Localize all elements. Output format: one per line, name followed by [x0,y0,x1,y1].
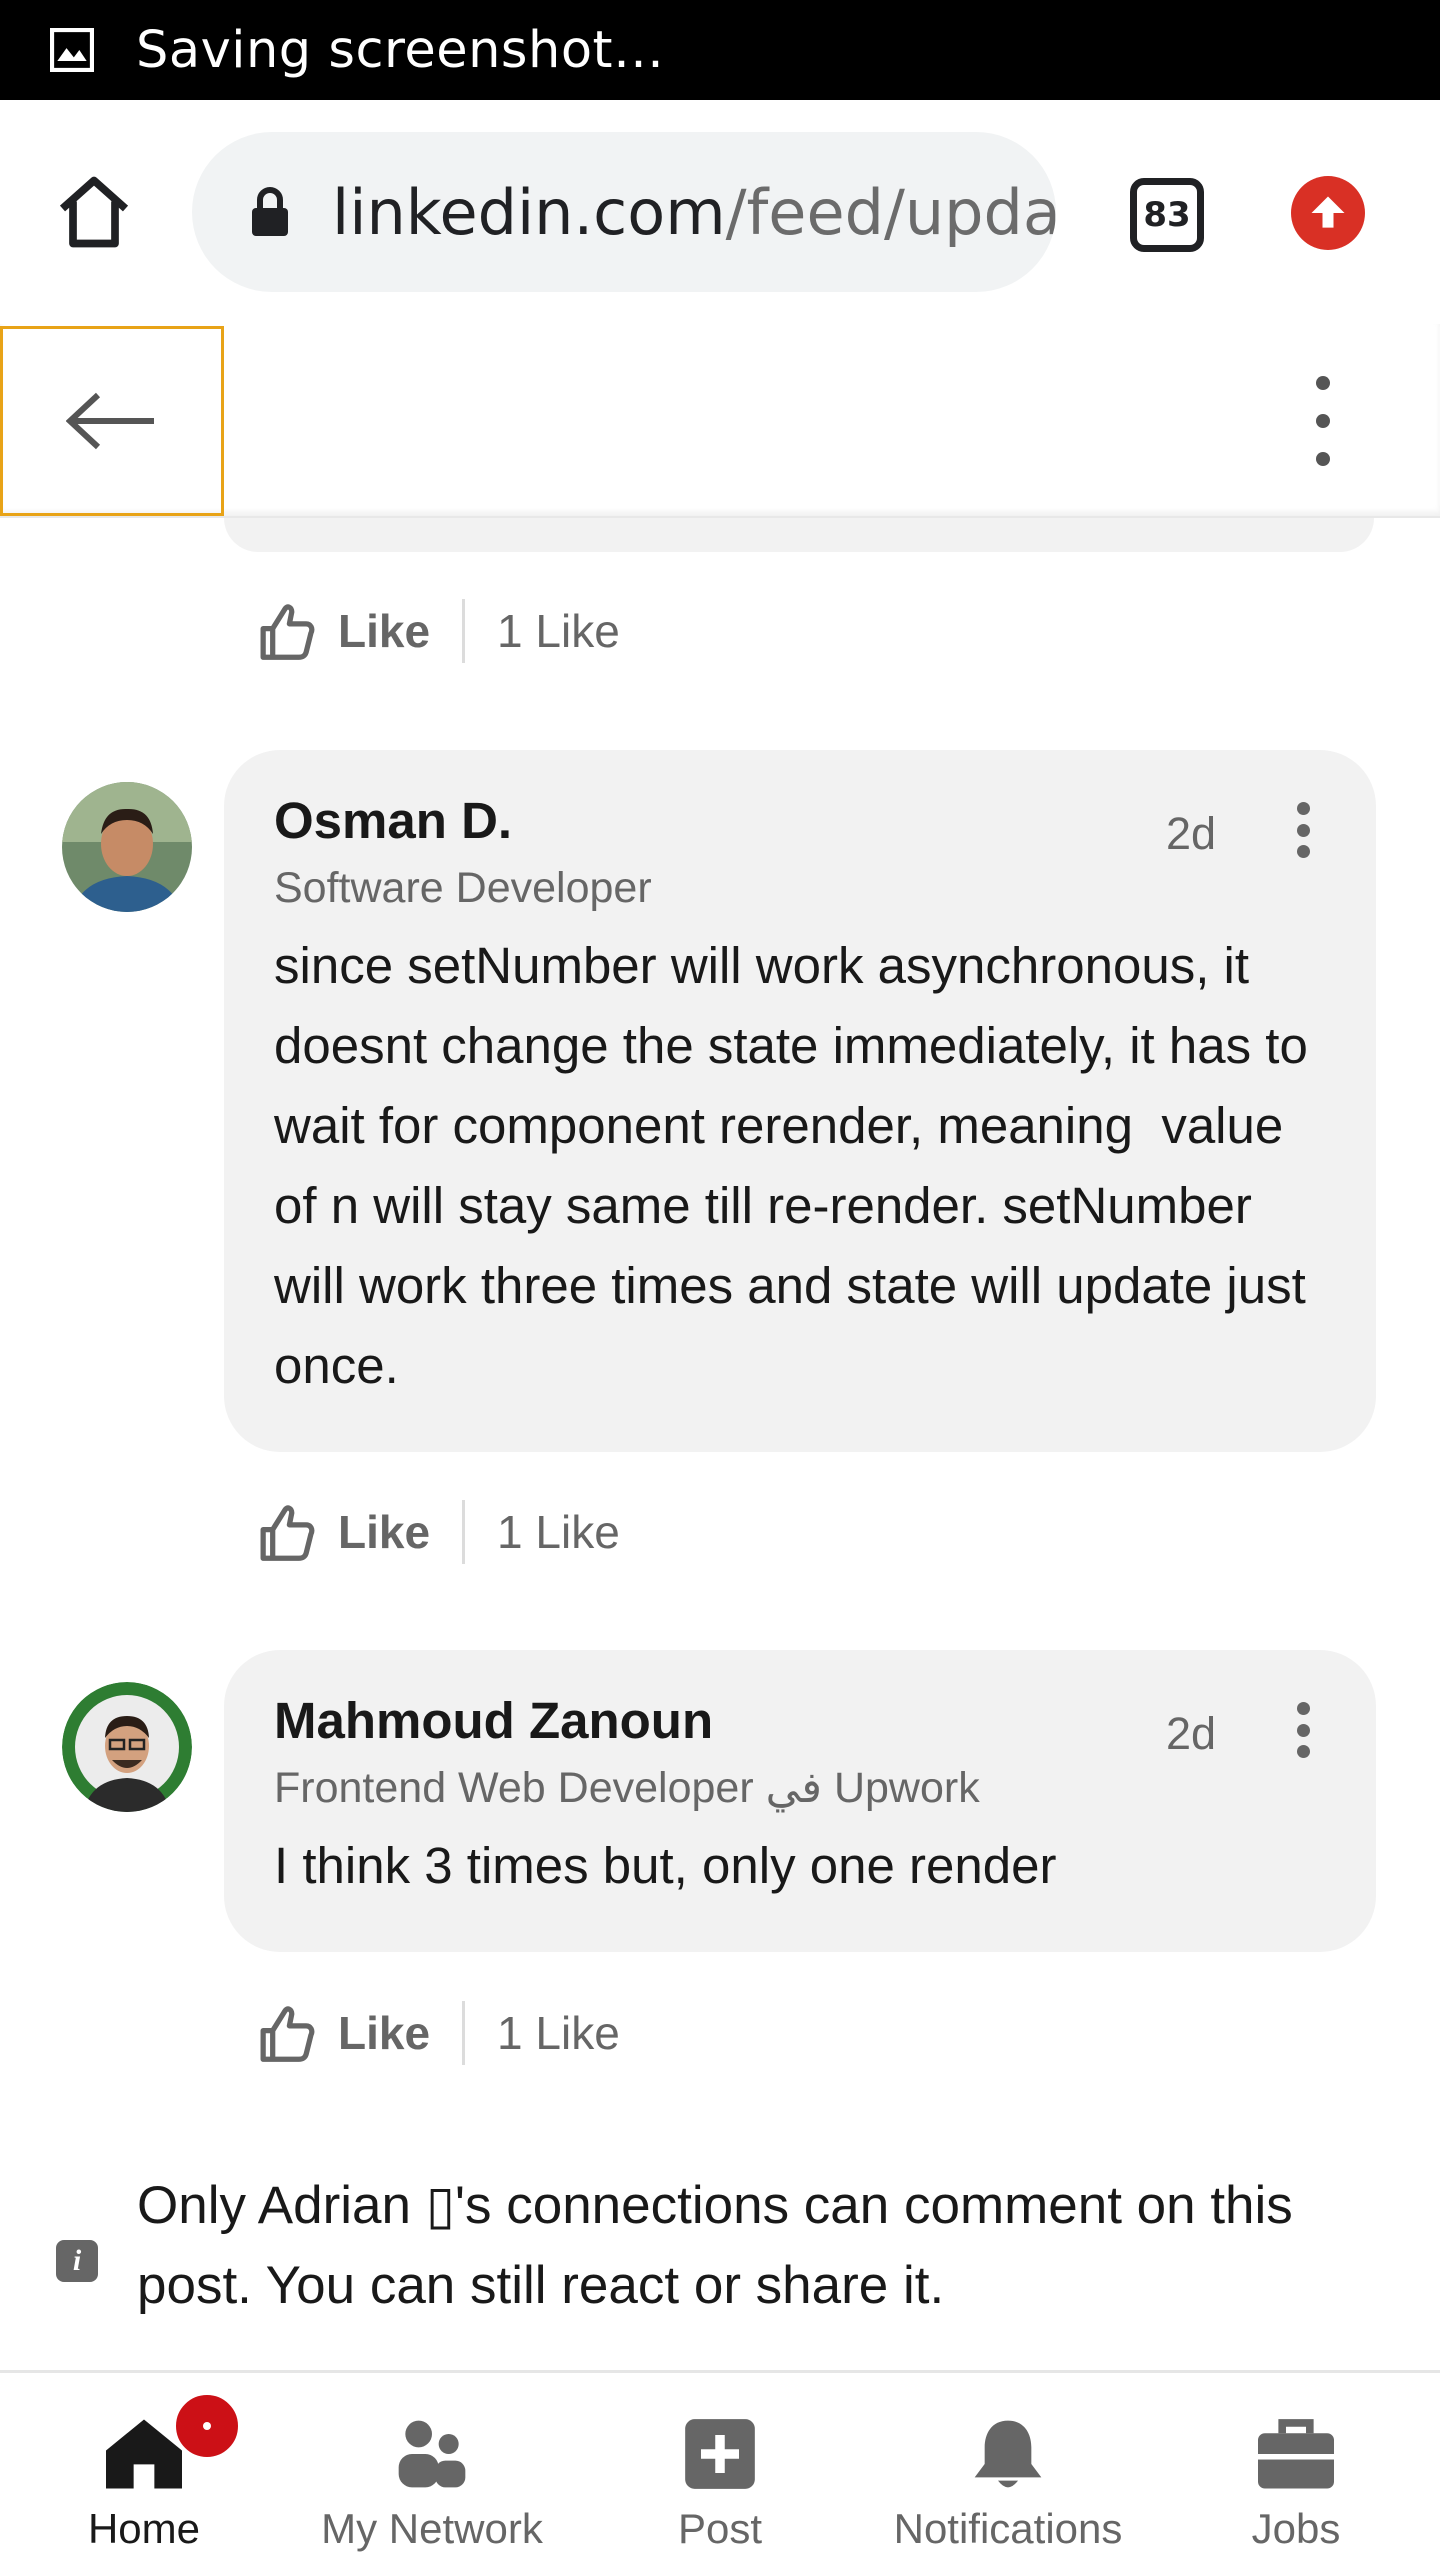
bell-icon [963,2409,1053,2499]
status-text: Saving screenshot… [136,20,665,80]
comment-bubble: Mahmoud Zanoun Frontend Web Developer في… [224,1650,1376,1952]
like-button[interactable]: Like [338,1505,430,1559]
comment-bubble: Osman D. Software Developer since setNum… [224,750,1376,1452]
like-icon[interactable] [258,600,316,662]
browser-toolbar: linkedin.com/feed/update/urn:li:activity… [0,100,1440,324]
nav-label: Home [87,2505,201,2552]
like-button[interactable]: Like [338,2006,430,2060]
comment-time: 2d [1165,808,1216,859]
avatar[interactable] [62,782,192,912]
notification-badge [172,2391,242,2461]
back-button[interactable] [0,326,224,516]
previous-comment-bubble [224,518,1374,552]
comment-actions: Like 1 Like [258,596,620,666]
nav-home[interactable]: Home [0,2373,288,2560]
comment-actions: Like 1 Like [258,1497,620,1567]
like-icon[interactable] [258,2002,316,2064]
page-header [0,324,1440,518]
people-icon [387,2409,477,2499]
bottom-navigation: Home My Network Post Notifications Jobs [0,2370,1440,2560]
lock-icon [252,187,288,236]
like-count[interactable]: 1 Like [497,2006,620,2060]
url-host: linkedin.com [332,175,726,249]
comment-restriction-notice: i Only Adrian ▯'s connections can commen… [0,2140,1440,2370]
comment-time: 2d [1165,1708,1216,1759]
info-icon: i [56,2240,98,2282]
nav-label: Jobs [1251,2505,1341,2552]
like-icon[interactable] [258,1501,316,1563]
update-arrow-icon[interactable] [1291,176,1365,250]
plus-square-icon [675,2409,765,2499]
address-bar[interactable]: linkedin.com/feed/update/urn:li:activity [192,132,1056,292]
like-count[interactable]: 1 Like [497,604,620,658]
more-vertical-icon[interactable] [1297,802,1310,858]
avatar[interactable] [62,1682,192,1812]
nav-post[interactable]: Post [576,2373,864,2560]
nav-label: Notifications [893,2505,1123,2552]
nav-my-network[interactable]: My Network [288,2373,576,2560]
like-count[interactable]: 1 Like [497,1505,620,1559]
home-icon[interactable] [52,170,136,254]
nav-jobs[interactable]: Jobs [1152,2373,1440,2560]
image-icon [50,28,94,72]
url-text: linkedin.com/feed/update/urn:li:activity [332,176,1056,249]
notice-text: Only Adrian ▯'s connections can comment … [137,2176,1293,2315]
comment-text: since setNumber will work asynchronous, … [274,937,1322,1394]
like-button[interactable]: Like [338,604,430,658]
more-vertical-icon[interactable] [1297,1702,1310,1758]
commenter-headline: Software Developer [274,864,652,912]
briefcase-icon [1251,2409,1341,2499]
commenter-headline: Frontend Web Developer في Upwork [274,1764,980,1812]
back-arrow-icon [66,392,154,450]
nav-label: My Network [321,2505,543,2552]
url-path: /feed/update/urn:li:activity [725,175,1056,249]
nav-label: Post [677,2505,763,2552]
comment-actions: Like 1 Like [258,1998,620,2068]
nav-notifications[interactable]: Notifications [864,2373,1152,2560]
tab-switcher-button[interactable]: 83 [1130,178,1204,252]
status-bar: Saving screenshot… [0,0,1440,100]
comment-text: I think 3 times but, only one render [274,1837,1057,1894]
more-vertical-icon[interactable] [1316,376,1330,466]
